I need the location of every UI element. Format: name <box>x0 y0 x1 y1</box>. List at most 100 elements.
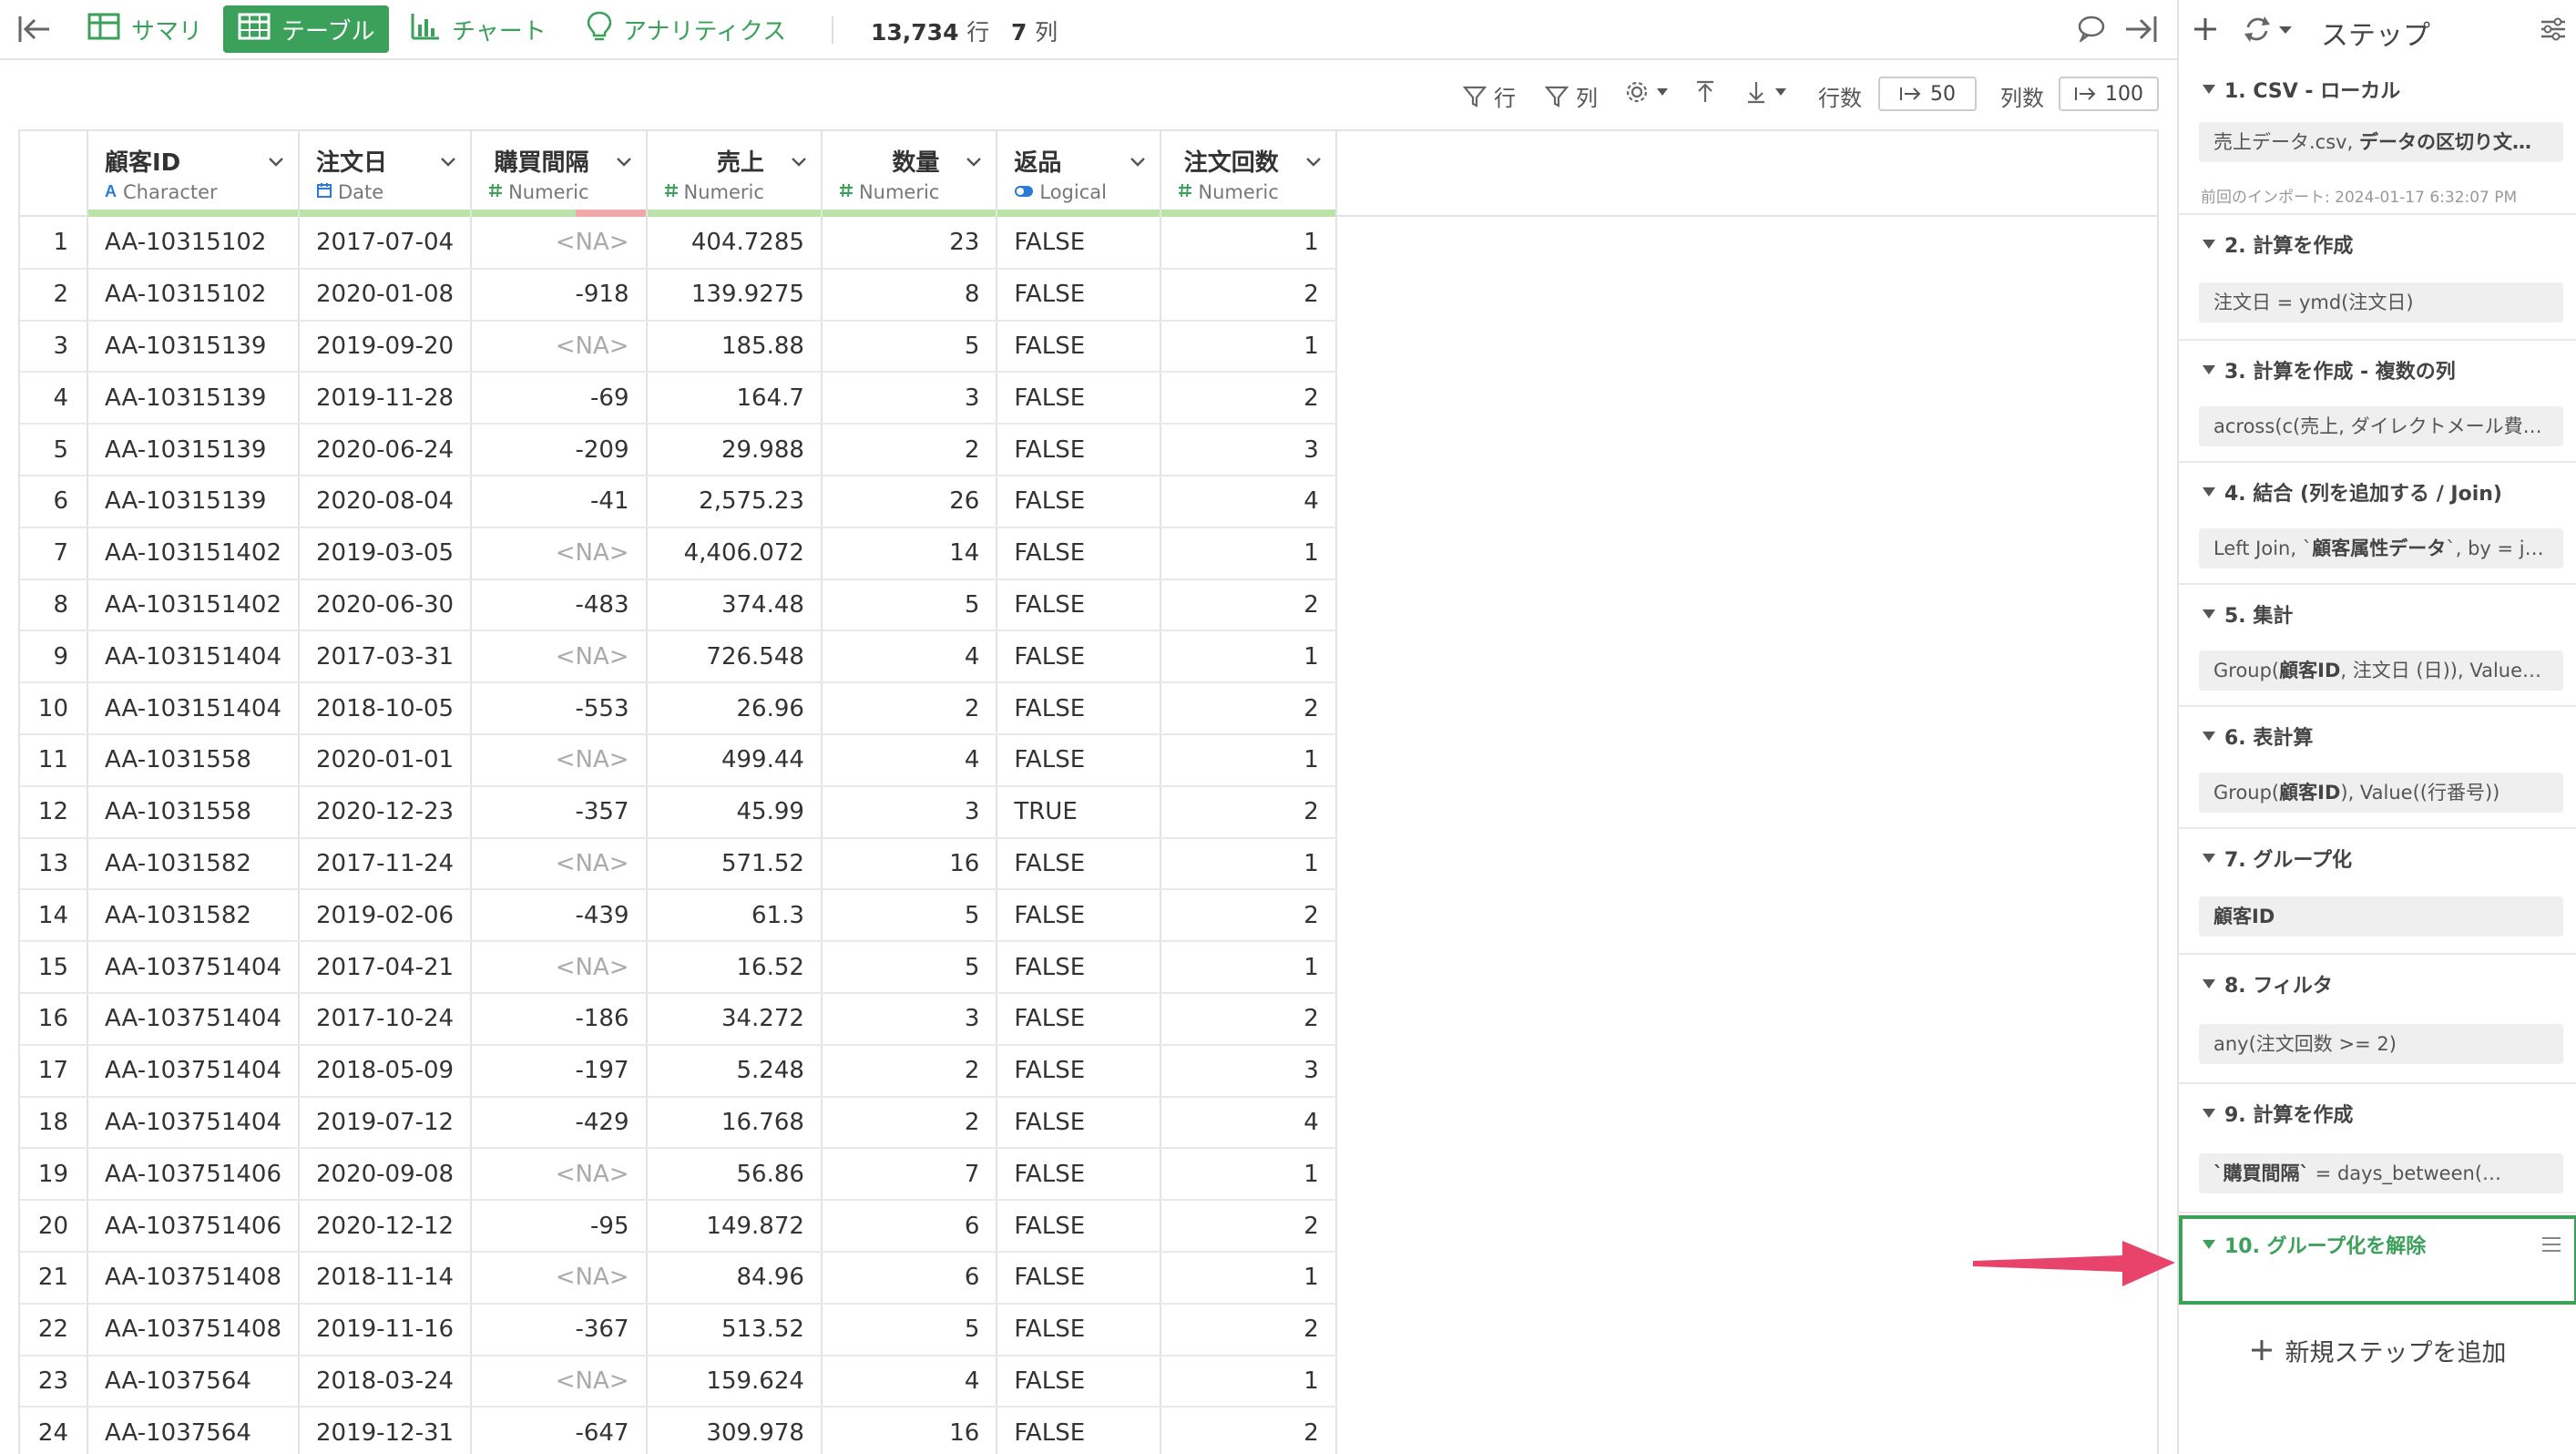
table-row[interactable]: 15 AA-103751404 2017-04-21 <NA> 16.52 5 FALSE 1 <box>20 941 1337 994</box>
step-7[interactable]: 7. グループ化 顧客ID <box>2179 829 2576 955</box>
menu-icon[interactable] <box>2541 1235 2561 1257</box>
step-3-detail[interactable]: across(c(売上, ダイレクトメール費… <box>2199 406 2563 446</box>
add-icon[interactable] <box>2192 11 2219 51</box>
step-9[interactable]: 9. 計算を作成 `購買間隔` = days_between(… <box>2179 1084 2576 1213</box>
export-button[interactable] <box>1694 80 1716 104</box>
step-6[interactable]: 6. 表計算 Group(顧客ID), Value((行番号)) <box>2179 707 2576 829</box>
column-header-1[interactable]: 顧客ID A Character <box>87 131 300 217</box>
row-number: 10 <box>20 682 88 735</box>
row-number: 2 <box>20 268 88 322</box>
column-menu-chevron-icon[interactable] <box>965 155 983 172</box>
step-detail-text: = days_between(… <box>2309 1162 2502 1184</box>
table-row[interactable]: 22 AA-103751408 2019-11-16 -367 513.52 5 FALSE… <box>20 1303 1337 1357</box>
column-header-4[interactable]: 売上 Numeric <box>646 131 823 217</box>
step-2-detail[interactable]: 注文日 = ymd(注文日) <box>2199 282 2563 323</box>
column-type: Numeric <box>839 181 939 203</box>
step-title-text: 5. 集計 <box>2224 605 2294 628</box>
table-row[interactable]: 24 AA-1037564 2019-12-31 -647 309.978 16 FALSE… <box>20 1407 1337 1454</box>
step-8[interactable]: 8. フィルタ any(注文回数 >= 2) <box>2179 955 2576 1084</box>
column-menu-chevron-icon[interactable] <box>439 155 457 172</box>
table-row[interactable]: 7 AA-103151402 2019-03-05 <NA> 4,406.072 14 FA… <box>20 527 1337 580</box>
table-row[interactable]: 10 AA-103151404 2018-10-05 -553 26.96 2 FALSE 2 <box>20 682 1337 735</box>
filter-rows-button[interactable]: 行 <box>1463 80 1516 112</box>
filter-columns-button[interactable]: 列 <box>1545 80 1598 112</box>
column-type: Numeric <box>488 181 589 203</box>
column-header-3[interactable]: 購買間隔 Numeric <box>471 131 648 217</box>
column-menu-chevron-icon[interactable] <box>1304 155 1323 172</box>
table-toolbar: 行 列 行数 50 列数 100 <box>0 60 2177 129</box>
step-7-detail[interactable]: 顧客ID <box>2199 896 2563 937</box>
table-row[interactable]: 1 AA-10315102 2017-07-04 <NA> 404.7285 23 FALS… <box>20 217 1337 270</box>
table-row[interactable]: 5 AA-10315139 2020-06-24 -209 29.988 2 FALSE 3 <box>20 424 1337 476</box>
refresh-icon[interactable] <box>2243 13 2295 49</box>
table-row[interactable]: 21 AA-103751408 2018-11-14 <NA> 84.96 6 FALSE 1 <box>20 1251 1337 1305</box>
collapse-right-icon[interactable] <box>2122 13 2159 46</box>
sliders-icon[interactable] <box>2540 15 2567 47</box>
table-row[interactable]: 17 AA-103751404 2018-05-09 -197 5.248 2 FALSE 3 <box>20 1044 1337 1098</box>
table-cell: 16 <box>821 1407 998 1454</box>
tab-table[interactable]: テーブル <box>223 5 390 53</box>
add-step-button[interactable]: 新規ステップを追加 <box>2179 1325 2576 1376</box>
table-row[interactable]: 6 AA-10315139 2020-08-04 -41 2,575.23 26 FALSE… <box>20 475 1337 528</box>
step-1[interactable]: 1. CSV - ローカル 売上データ.csv, データの区切り文… 前回のイン… <box>2179 60 2576 215</box>
lightbulb-icon <box>587 11 612 48</box>
step-3[interactable]: 3. 計算を作成 - 複数の列 across(c(売上, ダイレクトメール費… <box>2179 341 2576 463</box>
step-9-detail[interactable]: `購買間隔` = days_between(… <box>2199 1153 2563 1193</box>
table-row[interactable]: 3 AA-10315139 2019-09-20 <NA> 185.88 5 FALSE 1 <box>20 320 1337 374</box>
table-row[interactable]: 11 AA-1031558 2020-01-01 <NA> 499.44 4 FALSE 1 <box>20 733 1337 787</box>
tab-summary[interactable]: サマリ <box>73 5 217 53</box>
column-header-7[interactable]: 注文回数 Numeric <box>1160 131 1337 217</box>
table-row[interactable]: 18 AA-103751404 2019-07-12 -429 16.768 2 FALSE… <box>20 1096 1337 1150</box>
row-number: 11 <box>20 733 88 787</box>
table-cell: 1 <box>1160 1355 1337 1408</box>
step-5[interactable]: 5. 集計 Group(顧客ID, 注文日 (日)), Value(売… <box>2179 585 2576 707</box>
table-cell: FALSE <box>997 837 1162 891</box>
step-10-title: 10. グループ化を解除 <box>2203 1230 2426 1259</box>
table-row[interactable]: 4 AA-10315139 2019-11-28 -69 164.7 3 FALSE 2 <box>20 372 1337 425</box>
step-8-detail[interactable]: any(注文回数 >= 2) <box>2199 1024 2563 1064</box>
step-1-detail[interactable]: 売上データ.csv, データの区切り文… <box>2199 122 2563 162</box>
step-10-selected[interactable]: 10. グループ化を解除 <box>2179 1215 2576 1305</box>
column-menu-chevron-icon[interactable] <box>267 155 285 172</box>
row-number: 23 <box>20 1355 88 1408</box>
table-row[interactable]: 2 AA-10315102 2020-01-08 -918 139.9275 8 FALSE… <box>20 268 1337 322</box>
table-cell: 2018-05-09 <box>298 1044 473 1098</box>
table-row[interactable]: 19 AA-103751406 2020-09-08 <NA> 56.86 7 FALSE 1 <box>20 1148 1337 1202</box>
step-detail-bold: 顧客ID <box>2213 906 2275 927</box>
table-cell: 3 <box>821 372 998 425</box>
step-5-detail[interactable]: Group(顧客ID, 注文日 (日)), Value(売… <box>2199 650 2563 691</box>
column-menu-chevron-icon[interactable] <box>1129 155 1147 172</box>
column-menu-chevron-icon[interactable] <box>615 155 633 172</box>
step-4[interactable]: 4. 結合 (列を追加する / Join) Left Join, `顧客属性デー… <box>2179 463 2576 585</box>
table-cell: 404.7285 <box>646 217 823 270</box>
download-dropdown[interactable] <box>1745 80 1787 104</box>
table-row[interactable]: 14 AA-1031582 2019-02-06 -439 61.3 5 FALSE 2 <box>20 889 1337 943</box>
tab-chart[interactable]: チャート <box>395 5 561 53</box>
tab-analytics[interactable]: アナリティクス <box>572 5 801 53</box>
table-row[interactable]: 16 AA-103751404 2017-10-24 -186 34.272 3 FALSE… <box>20 992 1337 1046</box>
table-cell: FALSE <box>997 527 1162 580</box>
column-header-5[interactable]: 数量 Numeric <box>821 131 998 217</box>
table-row[interactable]: 23 AA-1037564 2018-03-24 <NA> 159.624 4 FALSE 1 <box>20 1355 1337 1408</box>
collapse-left-icon[interactable] <box>16 13 53 46</box>
upload-icon <box>1697 80 1713 102</box>
table-row[interactable]: 20 AA-103751406 2020-12-12 -95 149.872 6 FALSE… <box>20 1200 1337 1253</box>
table-row[interactable]: 8 AA-103151402 2020-06-30 -483 374.48 5 FALSE 2 <box>20 579 1337 632</box>
step-4-detail[interactable]: Left Join, `顧客属性データ`, by = joi… <box>2199 528 2563 568</box>
table-row[interactable]: 9 AA-103151404 2017-03-31 <NA> 726.548 4 FALSE… <box>20 630 1337 684</box>
rows-limit-input[interactable]: 50 <box>1878 77 1977 111</box>
settings-dropdown[interactable] <box>1625 80 1669 104</box>
table-cell: 2020-12-12 <box>298 1200 473 1253</box>
column-header-2[interactable]: 注文日 Date <box>298 131 473 217</box>
table-cell: AA-103751408 <box>87 1303 300 1357</box>
comment-icon[interactable] <box>2077 15 2106 42</box>
step-detail-text: Group( <box>2213 660 2280 681</box>
columns-limit-input[interactable]: 100 <box>2059 77 2159 111</box>
table-row[interactable]: 12 AA-1031558 2020-12-23 -357 45.99 3 TRUE 2 <box>20 785 1337 839</box>
column-header-6[interactable]: 返品 Logical <box>997 131 1162 217</box>
step-2[interactable]: 2. 計算を作成 注文日 = ymd(注文日) <box>2179 215 2576 341</box>
column-menu-chevron-icon[interactable] <box>790 155 808 172</box>
table-cell: FALSE <box>997 372 1162 425</box>
table-row[interactable]: 13 AA-1031582 2017-11-24 <NA> 571.52 16 FALSE 1 <box>20 837 1337 891</box>
step-6-detail[interactable]: Group(顧客ID), Value((行番号)) <box>2199 773 2563 813</box>
